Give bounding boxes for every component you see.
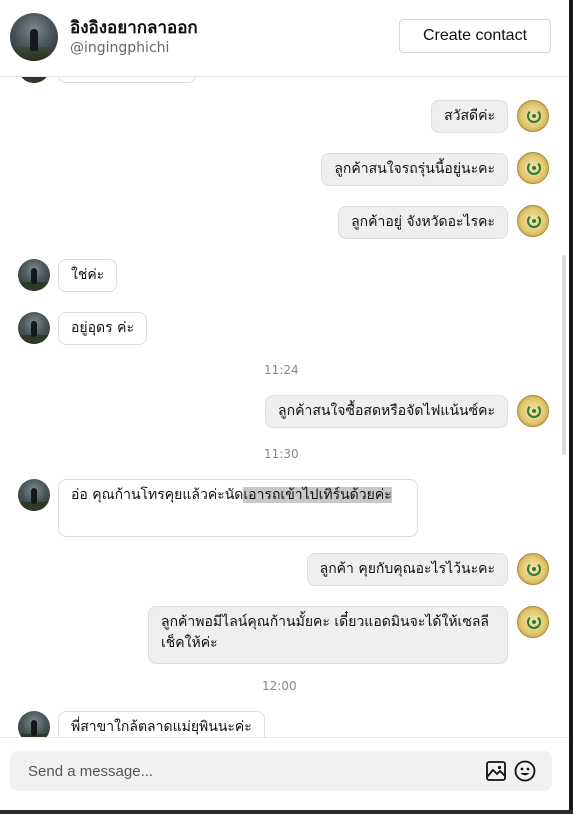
message-bubble-partial xyxy=(58,77,196,83)
message-input[interactable] xyxy=(10,751,470,791)
message-bubble-outgoing: ลูกค้าสนใจรถรุ่นนี้อยู่นะคะ xyxy=(321,153,508,186)
message-bubble-incoming: อ่อ คุณก้านโทรคุยแล้วค่ะนัดเอารถเข้าไปเท… xyxy=(58,479,418,537)
contact-avatar-small xyxy=(18,77,50,83)
message-bubble-outgoing: สวัสดีค่ะ xyxy=(431,100,508,133)
admin-avatar xyxy=(517,205,549,237)
message-bubble-outgoing: ลูกค้าสนใจซื้อสดหรือจัดไฟแน้นซ์คะ xyxy=(265,395,508,428)
image-icon[interactable] xyxy=(484,759,508,783)
contact-avatar-small xyxy=(18,259,50,291)
create-contact-button[interactable]: Create contact xyxy=(399,19,551,53)
emoji-icon[interactable] xyxy=(513,759,537,783)
timestamp: 11:24 xyxy=(264,363,299,377)
admin-avatar xyxy=(517,100,549,132)
message-bubble-incoming: ใช่ค่ะ xyxy=(58,259,118,292)
window-edge xyxy=(569,0,573,814)
window-edge xyxy=(0,810,573,814)
composer-bar xyxy=(0,737,569,811)
chat-window: อิงอิงอยากลาออก @ingingphichi Create con… xyxy=(0,0,569,814)
scrollbar[interactable] xyxy=(562,255,566,455)
chat-header: อิงอิงอยากลาออก @ingingphichi Create con… xyxy=(0,0,569,77)
contact-avatar[interactable] xyxy=(10,13,58,61)
message-bubble-incoming: พี่สาขาใกล้ตลาดแม่ยุพินนะค่ะ xyxy=(58,711,265,737)
timestamp: 12:00 xyxy=(262,679,297,693)
contact-avatar-small xyxy=(18,312,50,344)
message-text: อ่อ คุณก้านโทรคุยแล้วค่ะนัด xyxy=(71,487,244,503)
message-composer xyxy=(10,751,552,791)
timestamp: 11:30 xyxy=(264,447,299,461)
contact-name: อิงอิงอยากลาออก xyxy=(70,18,198,38)
message-bubble-outgoing: ลูกค้า คุยกับคุณอะไรไว้นะคะ xyxy=(306,553,508,586)
admin-avatar xyxy=(517,395,549,427)
message-bubble-outgoing: ลูกค้าพอมีไลน์คุณก้านมั้ยคะ เดี๋ยวแอดมิน… xyxy=(148,606,508,664)
admin-avatar xyxy=(517,606,549,638)
admin-avatar xyxy=(517,152,549,184)
contact-handle: @ingingphichi xyxy=(70,40,170,56)
contact-avatar-small xyxy=(18,711,50,737)
contact-avatar-small xyxy=(18,479,50,511)
message-bubble-outgoing: ลูกค้าอยู่ จังหวัดอะไรคะ xyxy=(338,206,508,239)
selected-text: เอารถเข้าไปเทิร์นด้วยค่ะ xyxy=(243,487,392,503)
message-list[interactable]: สวัสดีค่ะ ลูกค้าสนใจรถรุ่นนี้อยู่นะคะ ลู… xyxy=(0,77,562,737)
message-bubble-incoming: อยู่อุดร ค่ะ xyxy=(58,312,147,345)
admin-avatar xyxy=(517,553,549,585)
